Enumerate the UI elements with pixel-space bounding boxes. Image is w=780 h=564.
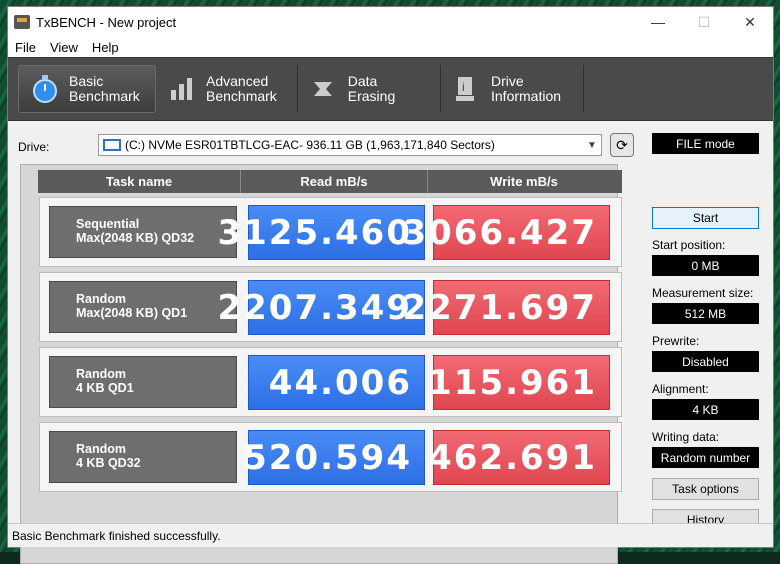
task-button[interactable]: Random 4 KB QD1: [49, 356, 237, 408]
task-line2: 4 KB QD1: [76, 381, 134, 395]
task-line1: Random: [76, 442, 126, 456]
tab-bar: Basic Benchmark Advanced Benchmark Data Er…: [8, 57, 773, 121]
tab-data-erasing-label: Data Erasing: [347, 73, 396, 104]
tab-basic-label2: Benchmark: [69, 88, 140, 104]
read-value: 2207.349: [217, 280, 425, 335]
task-line2: 4 KB QD32: [76, 456, 141, 470]
bar-chart-icon: [168, 75, 196, 103]
tab-basic-label1: Basic: [69, 73, 104, 89]
alignment-label: Alignment:: [652, 382, 709, 396]
tab-drive-label2: Information: [491, 88, 562, 104]
start-position-value[interactable]: 0 MB: [652, 255, 759, 276]
results-panel: Task name Read mB/s Write mB/s Sequentia…: [20, 164, 622, 564]
close-button[interactable]: ✕: [727, 7, 773, 37]
results-header: Task name Read mB/s Write mB/s: [38, 170, 622, 193]
alignment-value[interactable]: 4 KB: [652, 399, 759, 420]
tab-drive-label1: Drive: [491, 73, 524, 89]
read-value: 3125.460: [217, 205, 425, 260]
measurement-size-label: Measurement size:: [652, 286, 754, 300]
measurement-size-value[interactable]: 512 MB: [652, 303, 759, 324]
read-value: 520.594: [243, 430, 425, 485]
write-value: 115.961: [428, 355, 610, 410]
result-row: Sequential Max(2048 KB) QD32 3125.460 30…: [39, 197, 622, 267]
writing-data-label: Writing data:: [652, 430, 720, 444]
task-options-button[interactable]: Task options: [652, 478, 759, 500]
app-window: TxBENCH - New project — ☐ ✕ File View He…: [7, 6, 774, 564]
drive-info-icon: i: [453, 75, 481, 103]
status-bar: Basic Benchmark finished successfully.: [8, 523, 773, 547]
header-write: Write mB/s: [490, 174, 558, 189]
task-button[interactable]: Random 4 KB QD32: [49, 431, 237, 483]
header-read: Read mB/s: [241, 170, 428, 193]
result-row: Random Max(2048 KB) QD1 2207.349 2271.69…: [39, 272, 622, 342]
status-text: Basic Benchmark finished successfully.: [12, 528, 221, 543]
task-button[interactable]: Sequential Max(2048 KB) QD32: [49, 206, 237, 258]
tab-basic-benchmark[interactable]: Basic Benchmark: [18, 65, 156, 113]
task-line1: Sequential: [76, 217, 140, 231]
writing-data-value[interactable]: Random number: [652, 447, 759, 468]
tab-advanced-label2: Benchmark: [206, 88, 277, 104]
result-row: Random 4 KB QD1 44.006 115.961: [39, 347, 622, 417]
task-line1: Random: [76, 292, 126, 306]
tab-advanced-benchmark[interactable]: Advanced Benchmark: [156, 65, 298, 113]
menu-view[interactable]: View: [43, 40, 85, 55]
stopwatch-icon: [31, 75, 59, 103]
window-title: TxBENCH - New project: [36, 14, 177, 30]
maximize-button[interactable]: ☐: [681, 7, 727, 37]
task-line2: Max(2048 KB) QD1: [76, 306, 188, 320]
prewrite-value[interactable]: Disabled: [652, 351, 759, 372]
menu-help[interactable]: Help: [85, 40, 126, 55]
result-row: Random 4 KB QD32 520.594 462.691: [39, 422, 622, 492]
tab-drive-information[interactable]: i Drive Information: [441, 65, 584, 113]
tab-advanced-label1: Advanced: [206, 73, 269, 89]
menu-bar: File View Help: [8, 37, 773, 57]
start-button[interactable]: Start: [652, 207, 759, 229]
drive-label: Drive:: [18, 140, 50, 154]
app-icon: [14, 15, 30, 29]
drive-select[interactable]: (C:) NVMe ESR01TBTLCG-EAC- 936.11 GB (1,…: [98, 134, 602, 156]
start-position-label: Start position:: [652, 238, 726, 252]
task-line2: Max(2048 KB) QD32: [76, 231, 195, 245]
refresh-button[interactable]: ⟳: [610, 133, 634, 157]
drive-select-value: (C:) NVMe ESR01TBTLCG-EAC- 936.11 GB (1,…: [125, 138, 495, 152]
prewrite-label: Prewrite:: [652, 334, 700, 348]
tab-data-erasing[interactable]: Data Erasing: [298, 65, 441, 113]
title-bar: TxBENCH - New project — ☐ ✕: [8, 7, 773, 37]
refresh-icon: ⟳: [616, 136, 628, 153]
menu-file[interactable]: File: [8, 40, 43, 55]
drive-icon: [103, 139, 121, 151]
header-task-name: Task name: [38, 170, 241, 193]
minimize-button[interactable]: —: [635, 7, 681, 37]
file-mode-indicator: FILE mode: [652, 133, 759, 154]
chevron-down-icon: ▼: [587, 139, 597, 151]
task-line1: Random: [76, 367, 126, 381]
write-value: 3066.427: [402, 205, 610, 260]
write-value: 462.691: [428, 430, 610, 485]
task-button[interactable]: Random Max(2048 KB) QD1: [49, 281, 237, 333]
svg-text:i: i: [462, 80, 465, 94]
read-value: 44.006: [248, 355, 425, 410]
write-value: 2271.697: [402, 280, 610, 335]
eraser-icon: [310, 75, 338, 103]
